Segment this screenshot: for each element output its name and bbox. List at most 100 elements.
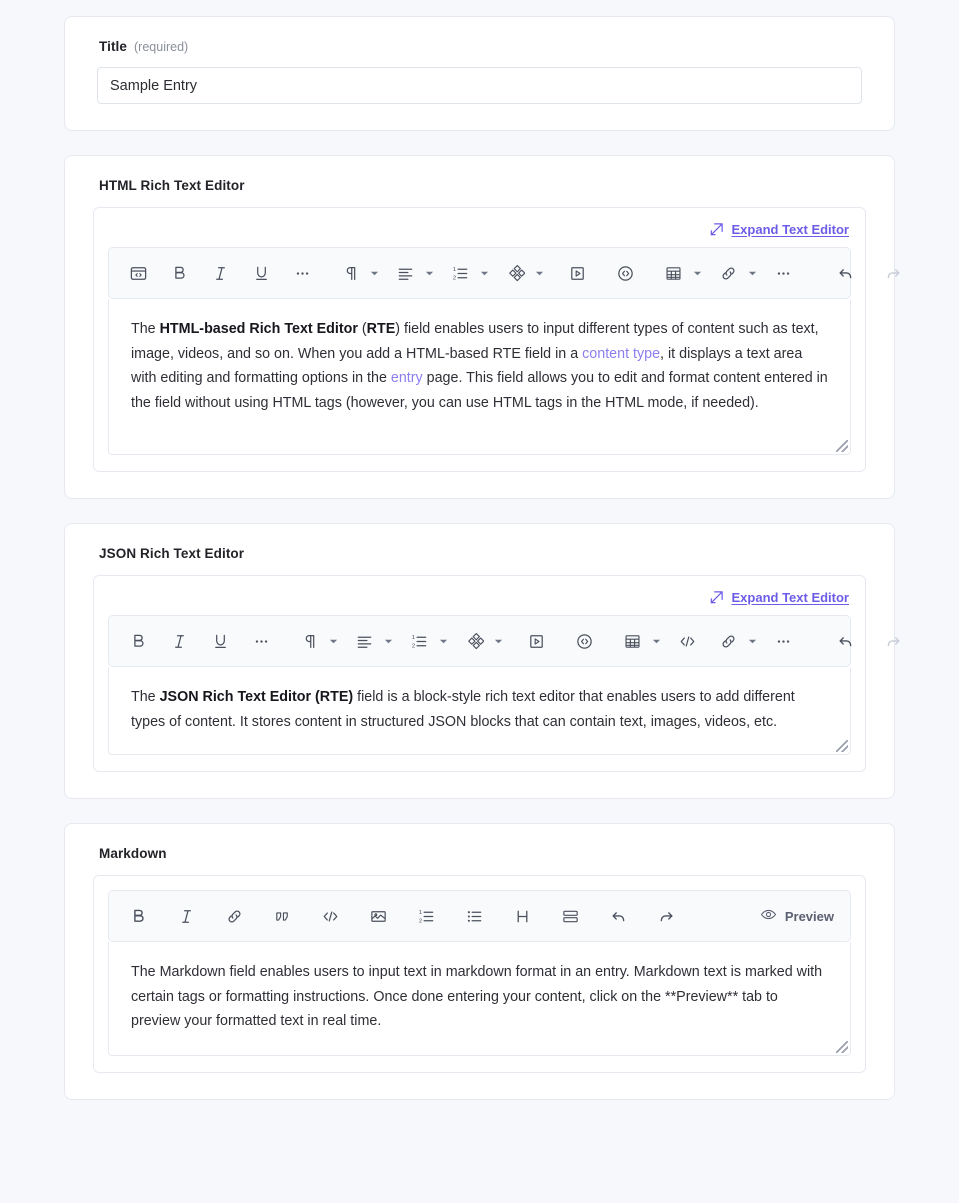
video-embed-icon[interactable] xyxy=(560,256,594,290)
ordered-list-icon[interactable]: 1 2 xyxy=(443,256,477,290)
more-options-icon[interactable] xyxy=(766,624,800,658)
link-chevron-down-icon[interactable] xyxy=(745,624,759,658)
json-rte-section-label: JSON Rich Text Editor xyxy=(99,546,245,561)
embed-code-icon[interactable] xyxy=(121,256,155,290)
expand-icon xyxy=(709,222,724,237)
json-rte-toolbar: 1 2 xyxy=(108,615,899,667)
assets-group xyxy=(457,624,505,658)
lists-chevron-down-icon[interactable] xyxy=(436,624,450,658)
bold-icon[interactable] xyxy=(121,624,155,658)
title-label-row: Title (required) xyxy=(97,39,862,54)
markdown-preview-button[interactable]: Preview xyxy=(760,906,838,926)
image-icon[interactable] xyxy=(361,899,395,933)
undo-icon[interactable] xyxy=(828,256,862,290)
horizontal-rule-icon[interactable] xyxy=(553,899,587,933)
table-icon[interactable] xyxy=(656,256,690,290)
json-rte-paragraph: The JSON Rich Text Editor (RTE) field is… xyxy=(131,685,828,734)
html-rte-expand-row: Expand Text Editor xyxy=(108,222,851,247)
paragraph-chevron-down-icon[interactable] xyxy=(326,624,340,658)
bold-icon[interactable] xyxy=(121,899,155,933)
asset-icon[interactable] xyxy=(498,256,532,290)
paragraph-icon[interactable] xyxy=(292,624,326,658)
paragraph-group xyxy=(333,256,381,290)
underline-icon[interactable] xyxy=(203,624,237,658)
asset-icon[interactable] xyxy=(457,624,491,658)
html-rte-shell: Expand Text Editor 1 2 The HTML-based Ri… xyxy=(93,207,899,472)
json-rte-expand-text-editor-button[interactable]: Expand Text Editor xyxy=(709,590,849,605)
markdown-content-area[interactable]: The Markdown field enables users to inpu… xyxy=(108,942,851,1057)
more-formatting-icon[interactable] xyxy=(244,624,278,658)
inline-code-icon[interactable] xyxy=(670,624,704,658)
redo-icon[interactable] xyxy=(876,624,910,658)
code-icon[interactable] xyxy=(313,899,347,933)
json-rte-shell: Expand Text Editor 1 2 The JSON Rich Tex… xyxy=(93,575,899,773)
markdown-resize-handle[interactable] xyxy=(836,1041,848,1054)
link-chevron-down-icon[interactable] xyxy=(745,256,759,290)
link-icon[interactable] xyxy=(711,256,745,290)
quote-icon[interactable] xyxy=(265,899,299,933)
json-rte-expand-row: Expand Text Editor xyxy=(108,590,851,615)
title-label: Title xyxy=(99,39,128,54)
align-left-icon[interactable] xyxy=(388,256,422,290)
assets-chevron-down-icon[interactable] xyxy=(532,256,546,290)
markdown-paragraph: The Markdown field enables users to inpu… xyxy=(131,964,823,1030)
undo-icon[interactable] xyxy=(828,624,862,658)
assets-group xyxy=(498,256,546,290)
table-icon[interactable] xyxy=(615,624,649,658)
svg-text:2: 2 xyxy=(411,643,414,649)
html-rte-bold-2: RTE xyxy=(366,321,396,337)
alignment-group xyxy=(347,624,395,658)
table-chevron-down-icon[interactable] xyxy=(690,256,704,290)
json-rte-text-1: The xyxy=(131,689,160,705)
redo-icon[interactable] xyxy=(876,256,910,290)
more-options-icon[interactable] xyxy=(766,256,800,290)
ordered-list-icon[interactable]: 1 2 xyxy=(402,624,436,658)
align-left-icon[interactable] xyxy=(347,624,381,658)
markdown-shell: 1 2 Preview The Markdown field enables u… xyxy=(93,875,866,1074)
html-rte-text-1: The xyxy=(131,321,160,337)
content-type-link[interactable]: content type xyxy=(582,346,660,362)
json-rte-bold-1: JSON Rich Text Editor (RTE) xyxy=(159,689,354,705)
html-rte-resize-handle[interactable] xyxy=(836,440,848,452)
undo-icon[interactable] xyxy=(601,899,635,933)
paragraph-icon[interactable] xyxy=(333,256,367,290)
redo-icon[interactable] xyxy=(649,899,683,933)
title-required-note: (required) xyxy=(134,40,189,54)
alignment-chevron-down-icon[interactable] xyxy=(422,256,436,290)
alignment-chevron-down-icon[interactable] xyxy=(381,624,395,658)
link-icon[interactable] xyxy=(217,899,251,933)
italic-icon[interactable] xyxy=(162,624,196,658)
paragraph-group xyxy=(292,624,340,658)
table-chevron-down-icon[interactable] xyxy=(649,624,663,658)
italic-icon[interactable] xyxy=(203,256,237,290)
underline-icon[interactable] xyxy=(244,256,278,290)
expand-icon xyxy=(709,590,724,605)
html-rte-content-area[interactable]: The HTML-based Rich Text Editor (RTE) fi… xyxy=(108,299,851,455)
entry-link[interactable]: entry xyxy=(391,370,423,386)
ordered-list-icon[interactable]: 1 2 xyxy=(409,899,443,933)
alignment-group xyxy=(388,256,436,290)
assets-chevron-down-icon[interactable] xyxy=(491,624,505,658)
lists-chevron-down-icon[interactable] xyxy=(477,256,491,290)
markdown-card: Markdown 1 2 Preview The Markdown field … xyxy=(64,823,895,1101)
link-group xyxy=(711,256,759,290)
html-rte-expand-text-editor-button[interactable]: Expand Text Editor xyxy=(709,222,849,237)
bullet-list-icon[interactable] xyxy=(457,899,491,933)
svg-text:1: 1 xyxy=(411,635,414,641)
video-embed-icon[interactable] xyxy=(519,624,553,658)
paragraph-chevron-down-icon[interactable] xyxy=(367,256,381,290)
code-circle-icon[interactable] xyxy=(567,624,601,658)
json-rte-content-area[interactable]: The JSON Rich Text Editor (RTE) field is… xyxy=(108,667,851,756)
title-input[interactable] xyxy=(97,67,862,104)
json-rte-resize-handle[interactable] xyxy=(836,740,848,753)
heading-icon[interactable] xyxy=(505,899,539,933)
svg-text:1: 1 xyxy=(452,267,455,273)
markdown-section-label: Markdown xyxy=(99,846,167,862)
bold-icon[interactable] xyxy=(162,256,196,290)
italic-icon[interactable] xyxy=(169,899,203,933)
table-group xyxy=(656,256,704,290)
link-icon[interactable] xyxy=(711,624,745,658)
code-circle-icon[interactable] xyxy=(608,256,642,290)
more-formatting-icon[interactable] xyxy=(285,256,319,290)
link-group xyxy=(711,624,759,658)
